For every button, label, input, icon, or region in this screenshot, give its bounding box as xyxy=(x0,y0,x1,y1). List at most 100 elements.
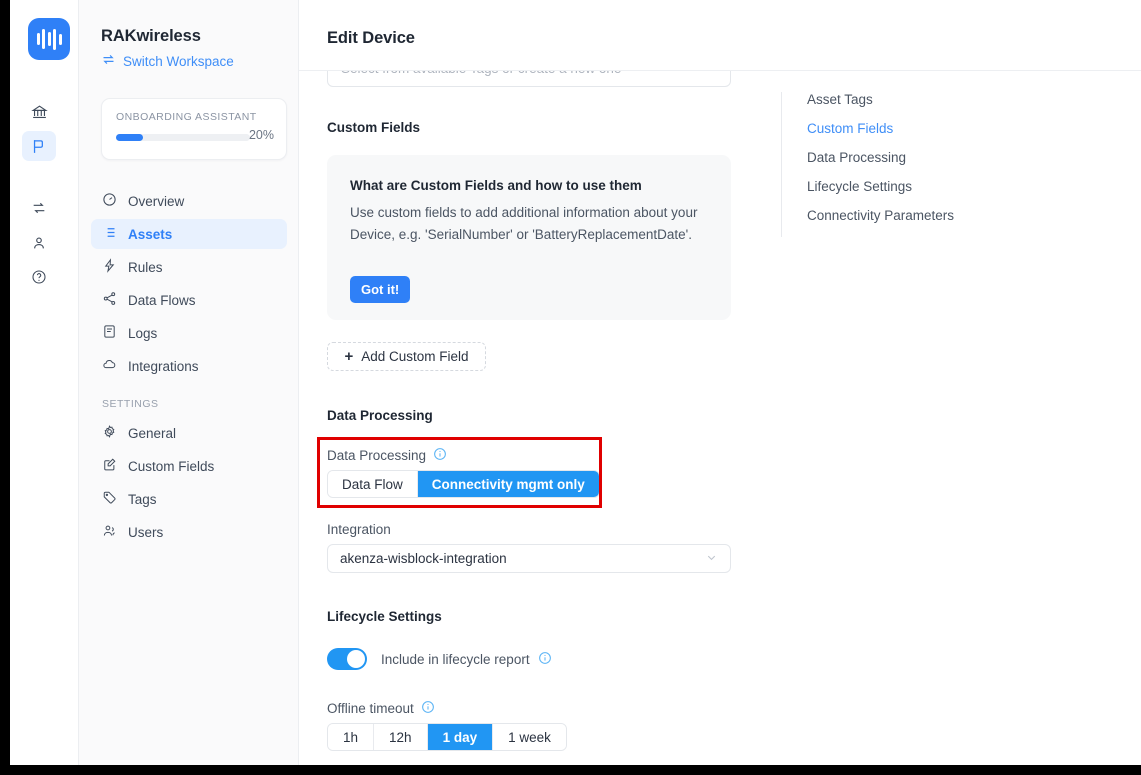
anchor-data-processing[interactable]: Data Processing xyxy=(807,150,954,165)
sidebar-item-label: Tags xyxy=(128,491,157,507)
switch-workspace-link[interactable]: Switch Workspace xyxy=(101,52,234,70)
plus-icon: + xyxy=(344,348,354,365)
anchor-custom-fields[interactable]: Custom Fields xyxy=(807,121,954,136)
app-window: RAKwireless Switch Workspace ONBOARDING … xyxy=(10,0,1141,765)
rail-item-account[interactable] xyxy=(22,228,56,258)
gauge-icon xyxy=(102,192,117,210)
lifecycle-toggle-label-text: Include in lifecycle report xyxy=(381,651,530,667)
anchor-asset-tags[interactable]: Asset Tags xyxy=(807,92,954,107)
custom-fields-info-box: What are Custom Fields and how to use th… xyxy=(327,155,731,320)
anchor-connectivity-parameters[interactable]: Connectivity Parameters xyxy=(807,208,954,223)
data-processing-toggle[interactable]: Data Flow Connectivity mgmt only xyxy=(327,470,600,498)
rail-item-organization[interactable] xyxy=(22,97,56,127)
page-header: Edit Device xyxy=(299,0,1141,71)
section-anchor-nav: Asset Tags Custom Fields Data Processing… xyxy=(781,92,954,237)
sidebar-item-label: Integrations xyxy=(128,358,199,374)
onboarding-percent: 20% xyxy=(248,128,274,142)
sidebar-item-general[interactable]: General xyxy=(91,418,287,448)
sidebar-item-assets[interactable]: Assets xyxy=(91,219,287,249)
gear-icon xyxy=(102,424,117,442)
onboarding-assistant-card[interactable]: ONBOARDING ASSISTANT 20% xyxy=(101,98,287,160)
rail-item-workspace[interactable] xyxy=(22,131,56,161)
onboarding-label: ONBOARDING ASSISTANT xyxy=(116,111,257,123)
sidebar-nav: Overview Assets Rules Data Flows Logs In… xyxy=(91,186,287,550)
sync-icon xyxy=(31,200,47,216)
swap-arrows-icon xyxy=(101,52,116,70)
main-panel: Select from available Tags or create a n… xyxy=(299,0,1141,765)
workspace-sidebar: RAKwireless Switch Workspace ONBOARDING … xyxy=(79,0,299,765)
data-processing-option-data-flow[interactable]: Data Flow xyxy=(328,471,418,497)
info-box-title: What are Custom Fields and how to use th… xyxy=(350,178,642,193)
offline-option-1-week[interactable]: 1 week xyxy=(493,724,566,750)
cloud-icon xyxy=(102,357,117,375)
info-circle-icon[interactable] xyxy=(421,700,435,717)
form-scroll-area[interactable]: Select from available Tags or create a n… xyxy=(299,0,1141,765)
share-icon xyxy=(102,291,117,309)
offline-timeout-toggle[interactable]: 1h 12h 1 day 1 week xyxy=(327,723,567,751)
info-circle-icon[interactable] xyxy=(538,651,552,668)
onboarding-progress-track xyxy=(116,134,250,141)
chevron-down-icon xyxy=(705,551,718,567)
sidebar-item-tags[interactable]: Tags xyxy=(91,484,287,514)
lifecycle-report-row: Include in lifecycle report xyxy=(327,648,552,670)
workspace-name: RAKwireless xyxy=(101,27,201,45)
edit-square-icon xyxy=(102,457,117,475)
sidebar-item-logs[interactable]: Logs xyxy=(91,318,287,348)
sidebar-item-label: General xyxy=(128,425,177,441)
sidebar-item-integrations[interactable]: Integrations xyxy=(91,351,287,381)
include-lifecycle-report-toggle[interactable] xyxy=(327,648,367,670)
users-icon xyxy=(102,523,117,541)
lifecycle-toggle-label: Include in lifecycle report xyxy=(381,651,552,668)
document-icon xyxy=(102,324,117,342)
data-processing-field-label: Data Processing xyxy=(327,447,447,464)
rail-item-help[interactable] xyxy=(22,262,56,292)
integration-select[interactable]: akenza-wisblock-integration xyxy=(327,544,731,573)
custom-fields-heading: Custom Fields xyxy=(327,120,421,135)
user-icon xyxy=(31,235,47,251)
data-processing-option-connectivity[interactable]: Connectivity mgmt only xyxy=(417,471,599,497)
sidebar-item-users[interactable]: Users xyxy=(91,517,287,547)
lifecycle-settings-heading: Lifecycle Settings xyxy=(327,609,442,624)
data-processing-heading: Data Processing xyxy=(327,408,433,423)
switch-workspace-label: Switch Workspace xyxy=(123,53,234,69)
sidebar-item-label: Rules xyxy=(128,259,163,275)
info-circle-icon[interactable] xyxy=(433,447,447,464)
info-box-body: Use custom fields to add additional info… xyxy=(350,205,698,242)
onboarding-progress-fill xyxy=(116,134,143,141)
flag-icon xyxy=(31,138,48,155)
sidebar-item-data-flows[interactable]: Data Flows xyxy=(91,285,287,315)
offline-timeout-label-text: Offline timeout xyxy=(327,701,414,716)
settings-section-label: SETTINGS xyxy=(102,398,159,410)
integration-label: Integration xyxy=(327,522,391,537)
bolt-icon xyxy=(102,258,117,276)
offline-option-1-day[interactable]: 1 day xyxy=(427,724,494,750)
offline-option-12h[interactable]: 12h xyxy=(374,724,428,750)
toggle-knob xyxy=(347,650,365,668)
offline-timeout-label: Offline timeout xyxy=(327,700,435,717)
sidebar-item-label: Assets xyxy=(128,226,173,242)
integration-label-text: Integration xyxy=(327,522,391,537)
add-custom-field-button[interactable]: + Add Custom Field xyxy=(327,342,486,371)
data-processing-label-text: Data Processing xyxy=(327,448,427,463)
add-custom-field-label: Add Custom Field xyxy=(361,349,469,364)
sidebar-item-overview[interactable]: Overview xyxy=(91,186,287,216)
page-title: Edit Device xyxy=(327,29,415,47)
anchor-lifecycle-settings[interactable]: Lifecycle Settings xyxy=(807,179,954,194)
got-it-button[interactable]: Got it! xyxy=(350,276,411,303)
offline-option-1h[interactable]: 1h xyxy=(328,724,375,750)
sidebar-item-custom-fields[interactable]: Custom Fields xyxy=(91,451,287,481)
sidebar-item-rules[interactable]: Rules xyxy=(91,252,287,282)
sidebar-item-label: Overview xyxy=(128,193,185,209)
sidebar-item-label: Users xyxy=(128,524,164,540)
sidebar-item-label: Custom Fields xyxy=(128,458,215,474)
waveform-logo-icon[interactable] xyxy=(28,18,70,60)
sidebar-item-label: Logs xyxy=(128,325,158,341)
integration-value: akenza-wisblock-integration xyxy=(340,551,507,566)
list-icon xyxy=(102,225,117,243)
help-icon xyxy=(31,269,47,285)
icon-rail xyxy=(10,0,79,765)
tag-icon xyxy=(102,490,117,508)
sidebar-item-label: Data Flows xyxy=(128,292,196,308)
rail-item-transfer[interactable] xyxy=(22,193,56,223)
bank-icon xyxy=(30,104,48,121)
